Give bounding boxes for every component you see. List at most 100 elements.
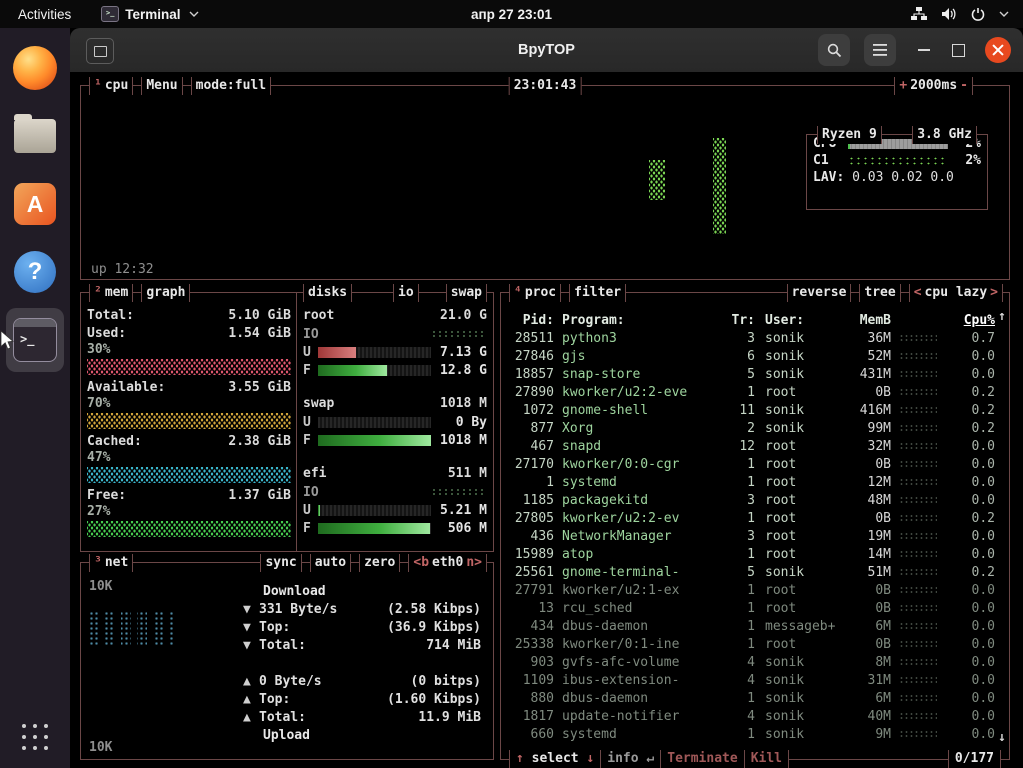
tree-toggle[interactable]: tree xyxy=(859,284,900,302)
proc-cpu-graph xyxy=(899,640,937,649)
proc-mem: 431M xyxy=(835,367,891,382)
select-control[interactable]: ↑ select ↓ xyxy=(509,750,600,768)
kill-button[interactable]: Kill xyxy=(744,750,789,768)
net-toggle-sync[interactable]: sync xyxy=(260,554,301,572)
disk-name: swap xyxy=(303,395,334,413)
proc-row[interactable]: 1109ibus-extension-4sonik31M0.0 xyxy=(507,671,995,689)
proc-row[interactable]: 467snapd12root32M0.0 xyxy=(507,437,995,455)
proc-row[interactable]: 27890kworker/u2:2-eve1root0B0.2 xyxy=(507,383,995,401)
maximize-button[interactable] xyxy=(944,44,965,57)
proc-row[interactable]: 25561gnome-terminal-5sonik51M0.2 xyxy=(507,563,995,581)
col-threads[interactable]: Tr: xyxy=(729,313,755,328)
close-button[interactable] xyxy=(985,37,1011,63)
proc-row[interactable]: 1072gnome-shell11sonik416M0.2 xyxy=(507,401,995,419)
proc-row[interactable]: 877Xorg2sonik99M0.2 xyxy=(507,419,995,437)
proc-user: sonik xyxy=(755,691,835,706)
proc-row[interactable]: 27170kworker/0:0-cgr1root0B0.0 xyxy=(507,455,995,473)
proc-row[interactable]: 434dbus-daemon1messageb+6M0.0 xyxy=(507,617,995,635)
proc-program: atop xyxy=(554,547,729,562)
titlebar[interactable]: BpyTOP xyxy=(70,28,1023,73)
proc-user: root xyxy=(755,493,835,508)
net-arrow-icon: ▲ xyxy=(243,691,259,709)
mem-graph-toggle[interactable]: graph xyxy=(141,284,190,302)
app-menu-button[interactable]: >_ Terminal xyxy=(101,6,198,22)
proc-row[interactable]: 18857snap-store5sonik431M0.0 xyxy=(507,365,995,383)
col-program[interactable]: Program: xyxy=(554,313,729,328)
info-button[interactable]: info ↵ xyxy=(600,750,660,768)
show-applications-button[interactable] xyxy=(22,724,48,750)
net-download-row: ▼Top:(36.9 Kibps) xyxy=(243,619,481,637)
proc-cpu: 0.2 xyxy=(941,511,995,526)
activities-button[interactable]: Activities xyxy=(10,7,79,22)
dock-item-help[interactable]: ? xyxy=(6,240,64,304)
disks-swap-toggle[interactable]: swap xyxy=(446,284,487,302)
proc-user: root xyxy=(755,601,835,616)
dock-item-software[interactable]: A xyxy=(6,172,64,236)
proc-row[interactable]: 27846gjs6sonik52M0.0 xyxy=(507,347,995,365)
minimize-button[interactable] xyxy=(910,49,930,51)
proc-program: packagekitd xyxy=(554,493,729,508)
menu-button[interactable] xyxy=(864,34,896,66)
terminate-button[interactable]: Terminate xyxy=(660,750,743,768)
sort-selector[interactable]: < cpu lazy > xyxy=(909,284,1003,302)
mode-toggle[interactable]: mode:full xyxy=(191,77,271,95)
proc-program: snap-store xyxy=(554,367,729,382)
net-prev-key[interactable]: <b xyxy=(413,554,429,572)
proc-pid: 18857 xyxy=(507,367,554,382)
proc-row[interactable]: 1systemd1root12M0.0 xyxy=(507,473,995,491)
filter-button[interactable]: filter xyxy=(569,284,626,302)
interval-increase-button[interactable]: + xyxy=(899,77,907,95)
cpu-summary-panel: Ryzen 9 3.8 GHz CPU 2% C1 2% LAV: 0.03 0… xyxy=(806,134,988,210)
proc-row[interactable]: 880dbus-daemon1sonik6M0.0 xyxy=(507,689,995,707)
disk-meter-label: U xyxy=(303,415,314,430)
net-scale-bottom: 10K xyxy=(89,740,112,755)
net-arrow-icon: ▼ xyxy=(243,637,259,655)
proc-row[interactable]: 28511python33sonik36M0.7 xyxy=(507,329,995,347)
scroll-up-arrow[interactable]: ↑ xyxy=(998,309,1006,324)
col-cpu[interactable]: Cpu% xyxy=(941,313,995,328)
proc-program: python3 xyxy=(554,331,729,346)
col-user[interactable]: User: xyxy=(755,313,835,328)
net-toggle-zero[interactable]: zero xyxy=(359,554,400,572)
col-mem[interactable]: MemB xyxy=(835,313,891,328)
proc-pid: 1817 xyxy=(507,709,554,724)
proc-row[interactable]: 1185packagekitd3root48M0.0 xyxy=(507,491,995,509)
proc-row[interactable]: 27805kworker/u2:2-ev1root0B0.2 xyxy=(507,509,995,527)
proc-threads: 1 xyxy=(729,547,755,562)
proc-row[interactable]: 13rcu_sched1root0B0.0 xyxy=(507,599,995,617)
proc-row[interactable]: 903gvfs-afc-volume4sonik8M0.0 xyxy=(507,653,995,671)
sort-prev-button[interactable]: < xyxy=(914,284,922,302)
proc-mem: 0B xyxy=(835,457,891,472)
search-button[interactable] xyxy=(818,34,850,66)
col-pid[interactable]: Pid: xyxy=(507,313,554,328)
proc-cpu-graph xyxy=(899,676,937,685)
proc-cpu: 0.0 xyxy=(941,727,995,742)
proc-row[interactable]: 27791kworker/u2:1-ex1root0B0.0 xyxy=(507,581,995,599)
proc-row[interactable]: 660systemd1sonik9M0.0 xyxy=(507,725,995,743)
dock-item-files[interactable] xyxy=(6,104,64,168)
disk-meter xyxy=(318,505,431,516)
net-interface-selector[interactable]: <b eth0 n> xyxy=(408,554,487,572)
menu-button-bpytop[interactable]: Menu xyxy=(141,77,182,95)
disks-io-toggle[interactable]: io xyxy=(393,284,419,302)
reverse-toggle[interactable]: reverse xyxy=(787,284,852,302)
clock[interactable]: апр 27 23:01 xyxy=(471,7,552,22)
proc-user: root xyxy=(755,457,835,472)
proc-row[interactable]: 436NetworkManager3root19M0.0 xyxy=(507,527,995,545)
proc-row[interactable]: 25338kworker/0:1-ine1root0B0.0 xyxy=(507,635,995,653)
proc-user: sonik xyxy=(755,331,835,346)
mem-entry-value: 3.55 GiB xyxy=(228,379,291,397)
system-tray[interactable] xyxy=(905,0,1015,28)
proc-row[interactable]: 1817update-notifier4sonik40M0.0 xyxy=(507,707,995,725)
proc-row[interactable]: 15989atop1root14M0.0 xyxy=(507,545,995,563)
interval-decrease-button[interactable]: - xyxy=(960,77,968,95)
proc-mem: 52M xyxy=(835,349,891,364)
disk-io-label: IO xyxy=(303,327,319,342)
sort-next-button[interactable]: > xyxy=(990,284,998,302)
net-toggle-auto[interactable]: auto xyxy=(310,554,351,572)
proc-table-body[interactable]: 28511python33sonik36M0.727846gjs6sonik52… xyxy=(507,329,995,747)
net-next-key[interactable]: n> xyxy=(466,554,482,572)
disk-meter xyxy=(318,523,431,534)
dock-item-firefox[interactable] xyxy=(6,36,64,100)
scroll-down-arrow[interactable]: ↓ xyxy=(998,730,1006,745)
